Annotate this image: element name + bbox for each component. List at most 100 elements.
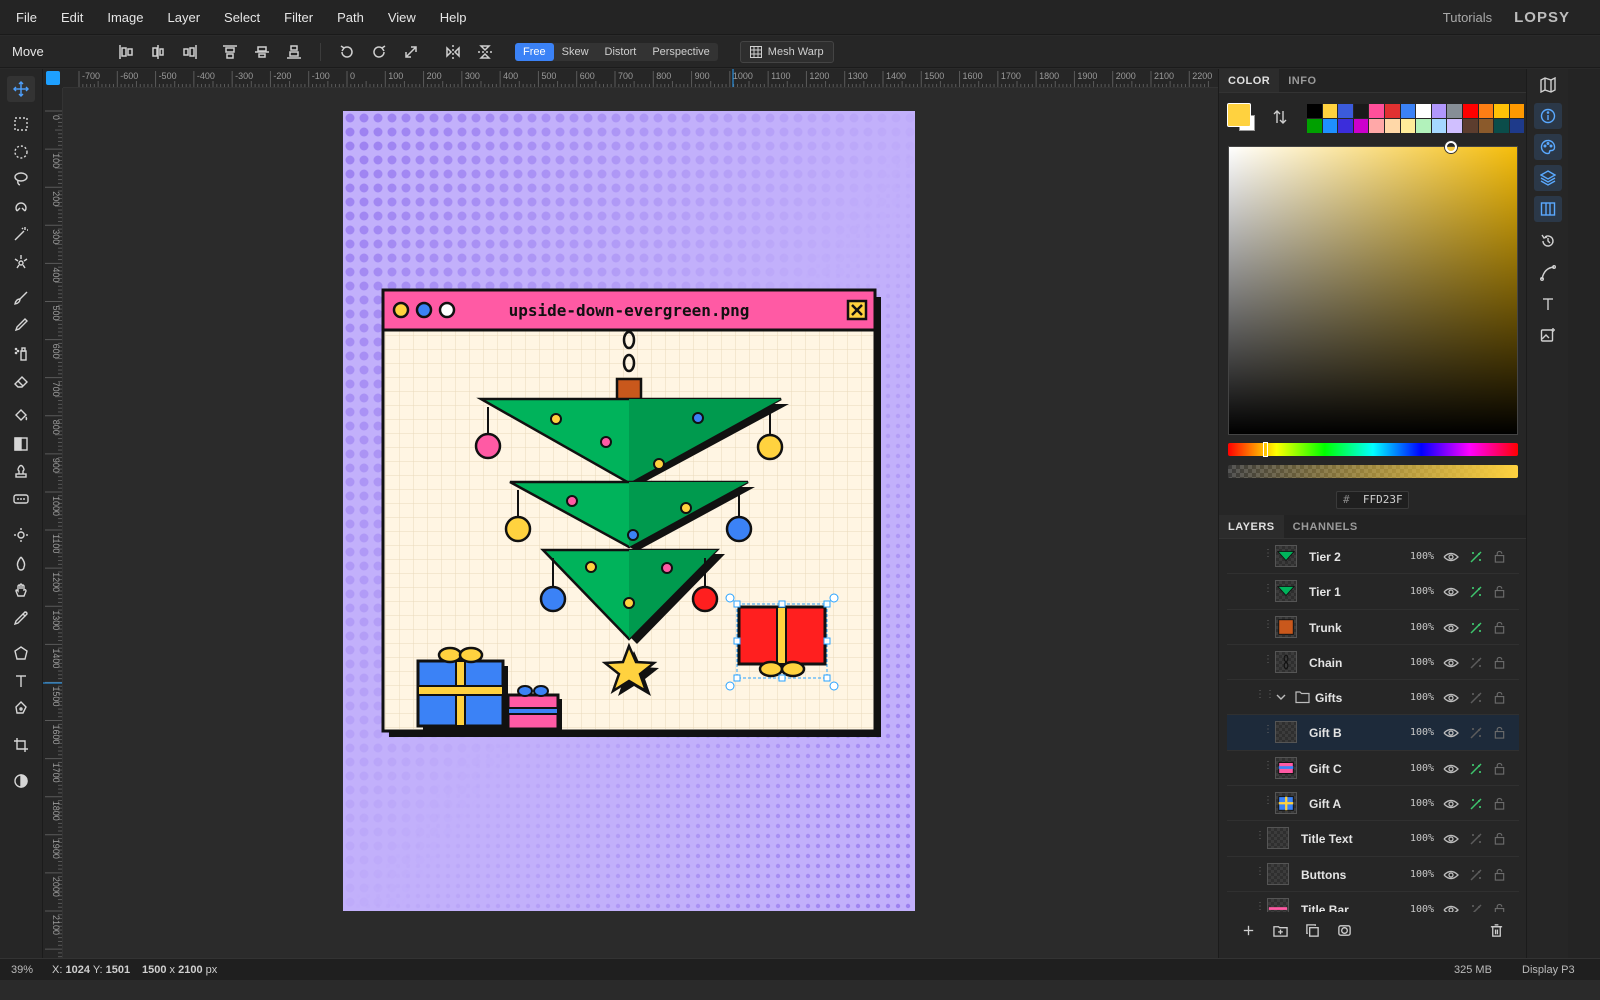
layer-row[interactable]: ⋮⋮ Title Text 100%: [1227, 821, 1519, 857]
layer-row[interactable]: ⋮⋮ Tier 2 100%: [1227, 539, 1519, 575]
color-swatch[interactable]: [1416, 119, 1431, 133]
color-swatch[interactable]: [1494, 104, 1509, 118]
color-swatch[interactable]: [1462, 119, 1478, 133]
color-swatch[interactable]: [1447, 119, 1462, 133]
flip-horizontal-icon[interactable]: [440, 40, 466, 64]
hue-slider[interactable]: [1228, 442, 1518, 457]
text-tool-icon[interactable]: [7, 668, 35, 694]
layer-row[interactable]: ⋮⋮ Gift B 100%: [1227, 715, 1519, 751]
flip-vertical-icon[interactable]: [472, 40, 498, 64]
layer-effects-icon[interactable]: [1469, 691, 1483, 705]
layer-effects-icon[interactable]: [1469, 550, 1483, 564]
add-layer-icon[interactable]: [1237, 919, 1259, 941]
color-swatch[interactable]: [1400, 104, 1416, 118]
visibility-eye-icon[interactable]: [1443, 584, 1459, 600]
brush-icon[interactable]: [7, 285, 35, 311]
lock-icon[interactable]: [1493, 832, 1506, 846]
drag-handle-icon[interactable]: ⋮⋮: [1255, 901, 1275, 912]
layer-opacity[interactable]: 100%: [1410, 904, 1434, 912]
drag-handle-icon[interactable]: ⋮⋮: [1263, 654, 1283, 669]
drag-handle-icon[interactable]: ⋮⋮: [1263, 619, 1283, 634]
clone-stamp-icon[interactable]: [7, 458, 35, 484]
color-swatch[interactable]: [1307, 104, 1322, 118]
drag-handle-icon[interactable]: ⋮⋮: [1263, 549, 1283, 563]
lock-icon[interactable]: [1493, 903, 1506, 912]
menu-select[interactable]: Select: [212, 0, 272, 35]
swap-colors-icon[interactable]: [1271, 108, 1289, 126]
rect-select-icon[interactable]: [7, 111, 35, 137]
color-swatch[interactable]: [1384, 119, 1400, 133]
lock-icon[interactable]: [1493, 868, 1506, 881]
magic-wand-icon[interactable]: [7, 221, 35, 247]
align-center-h-icon[interactable]: [145, 40, 171, 64]
menu-image[interactable]: Image: [95, 0, 155, 35]
layer-opacity[interactable]: 100%: [1410, 833, 1434, 844]
menu-path[interactable]: Path: [325, 0, 376, 35]
pencil-icon[interactable]: [7, 312, 35, 338]
blur-icon[interactable]: [7, 550, 35, 576]
layer-row[interactable]: ⋮⋮ Gift C 100%: [1227, 751, 1519, 787]
saturation-value-picker[interactable]: [1228, 141, 1518, 435]
menu-edit[interactable]: Edit: [49, 0, 95, 35]
dodge-icon[interactable]: [7, 522, 35, 548]
layer-effects-icon[interactable]: [1469, 868, 1483, 882]
layer-opacity[interactable]: 100%: [1410, 657, 1434, 668]
lasso-icon[interactable]: [7, 166, 35, 192]
visibility-eye-icon[interactable]: [1443, 761, 1459, 777]
layer-row[interactable]: ⋮⋮ Buttons 100%: [1227, 857, 1519, 892]
color-swatch[interactable]: [1478, 104, 1494, 118]
canvas-viewport[interactable]: upside-down-evergreen.png: [63, 88, 1218, 958]
align-middle-v-icon[interactable]: [249, 40, 275, 64]
layer-effects-icon[interactable]: [1469, 656, 1483, 670]
align-top-icon[interactable]: [217, 40, 243, 64]
rotate-ccw-icon[interactable]: [334, 40, 360, 64]
rotate-cw-icon[interactable]: [366, 40, 392, 64]
visibility-eye-icon[interactable]: [1443, 690, 1459, 706]
ruler-origin-icon[interactable]: [46, 71, 60, 85]
curve-path-icon[interactable]: [1534, 260, 1562, 286]
eyedropper-icon[interactable]: [7, 605, 35, 631]
mode-perspective[interactable]: Perspective: [644, 43, 717, 61]
drag-handle-icon[interactable]: ⋮⋮: [1255, 831, 1275, 845]
drag-handle-icon[interactable]: ⋮⋮: [1255, 690, 1275, 704]
layer-effects-icon[interactable]: [1469, 621, 1483, 635]
menu-file[interactable]: File: [0, 0, 49, 35]
tab-info[interactable]: INFO: [1279, 69, 1325, 92]
layer-mask-icon[interactable]: [1333, 919, 1355, 941]
layer-row[interactable]: ⋮⋮ Trunk 100%: [1227, 610, 1519, 645]
layer-opacity[interactable]: 100%: [1410, 763, 1434, 774]
drag-handle-icon[interactable]: ⋮⋮: [1263, 760, 1283, 775]
color-picker-handle[interactable]: [1445, 141, 1457, 153]
ellipse-select-icon[interactable]: [7, 139, 35, 165]
color-swatch[interactable]: [1509, 104, 1525, 118]
move-tool-icon[interactable]: [7, 76, 35, 102]
layer-opacity[interactable]: 100%: [1410, 869, 1434, 880]
visibility-eye-icon[interactable]: [1443, 655, 1459, 671]
layer-effects-icon[interactable]: [1469, 832, 1483, 846]
contrast-icon[interactable]: [7, 768, 35, 794]
layer-effects-icon[interactable]: [1469, 903, 1483, 912]
layer-row[interactable]: ⋮⋮ Gift A 100%: [1227, 786, 1519, 822]
mode-skew[interactable]: Skew: [554, 43, 597, 61]
color-swatch[interactable]: [1353, 104, 1369, 118]
tab-layers[interactable]: LAYERS: [1219, 515, 1284, 538]
layer-effects-icon[interactable]: [1469, 585, 1483, 599]
spray-icon[interactable]: [7, 340, 35, 366]
color-swatch[interactable]: [1322, 119, 1338, 133]
color-swatch[interactable]: [1431, 119, 1447, 133]
image-adjust-icon[interactable]: [1534, 322, 1562, 348]
menu-view[interactable]: View: [376, 0, 428, 35]
document-canvas[interactable]: upside-down-evergreen.png: [343, 111, 915, 911]
delete-layer-icon[interactable]: [1485, 919, 1507, 941]
drag-handle-icon[interactable]: ⋮⋮: [1263, 584, 1283, 598]
lock-icon[interactable]: [1493, 656, 1506, 669]
layer-row[interactable]: ⋮⋮ Chain 100%: [1227, 645, 1519, 681]
type-panel-icon[interactable]: [1534, 291, 1562, 317]
paint-bucket-icon[interactable]: [7, 403, 35, 429]
visibility-eye-icon[interactable]: [1443, 549, 1459, 565]
color-swatch[interactable]: [1416, 104, 1431, 118]
visibility-eye-icon[interactable]: [1443, 620, 1459, 636]
layer-row[interactable]: ⋮⋮ Title Bar 100%: [1227, 892, 1519, 912]
new-folder-icon[interactable]: [1269, 919, 1291, 941]
hand-icon[interactable]: [7, 577, 35, 603]
